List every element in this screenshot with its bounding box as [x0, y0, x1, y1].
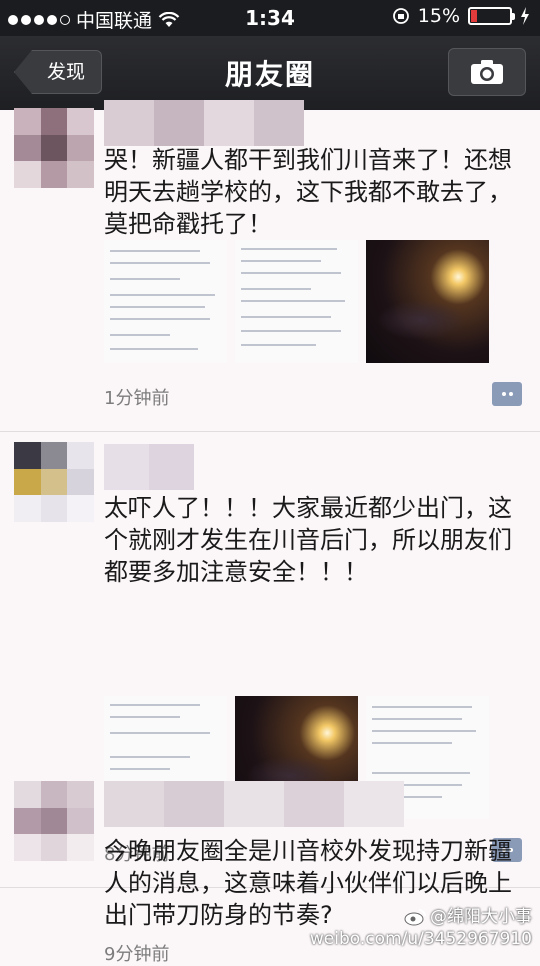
post-text: 哭！新疆人都干到我们川音来了！还想明天去趟学校的，这下我都不敢去了，莫把命戳托了… — [104, 146, 512, 238]
rotation-lock-icon — [392, 8, 409, 24]
post-images — [104, 240, 489, 363]
post-image[interactable] — [104, 240, 227, 363]
camera-icon — [471, 60, 503, 84]
watermark-handle: @绵阳大小事 — [430, 907, 532, 927]
battery-icon — [468, 7, 515, 25]
battery-percentage: 15% — [417, 5, 460, 27]
post-timestamp: 1分钟前 — [104, 388, 170, 409]
battery-fill — [471, 10, 477, 22]
avatar[interactable] — [14, 442, 94, 522]
post-image[interactable] — [366, 240, 489, 363]
weibo-logo-icon — [404, 909, 426, 926]
moment-post: 太吓人了！！！大家最近都少出门，这个就刚才发生在川音后门，所以朋友们都要多加注意… — [0, 432, 540, 888]
watermark-url: weibo.com/u/3452967910 — [309, 929, 532, 949]
nav-bar: 发现 朋友圈 — [0, 36, 540, 110]
post-text: 太吓人了！！！大家最近都少出门，这个就刚才发生在川音后门，所以朋友们都要多加注意… — [104, 494, 512, 586]
post-image[interactable] — [235, 240, 358, 363]
user-name-blurred[interactable] — [104, 444, 194, 490]
user-name-blurred[interactable] — [104, 781, 404, 827]
weibo-watermark: @绵阳大小事 weibo.com/u/3452967910 — [310, 906, 532, 950]
post-timestamp: 9分钟前 — [104, 944, 170, 965]
avatar[interactable] — [14, 781, 94, 861]
moments-feed[interactable]: 哭！新疆人都干到我们川音来了！还想明天去趟学校的，这下我都不敢去了，莫把命戳托了… — [0, 100, 540, 965]
charging-bolt-icon — [521, 7, 529, 25]
camera-button[interactable] — [448, 48, 526, 96]
user-name-blurred[interactable] — [104, 100, 304, 146]
comment-button[interactable] — [492, 382, 522, 406]
moment-post: 哭！新疆人都干到我们川音来了！还想明天去趟学校的，这下我都不敢去了，莫把命戳托了… — [0, 100, 540, 432]
status-bar: 中国联通 1:34 15% — [0, 0, 540, 36]
avatar[interactable] — [14, 108, 94, 188]
